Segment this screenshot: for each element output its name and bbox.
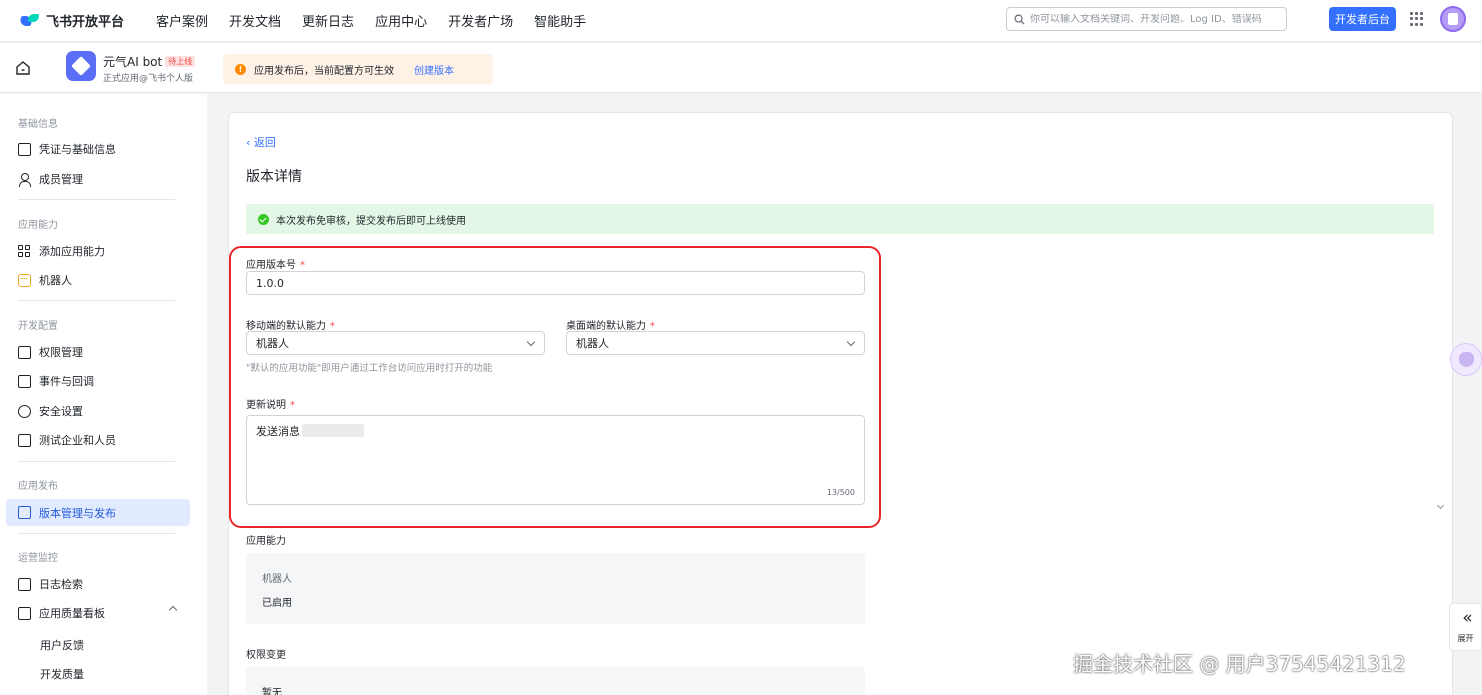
sidebar-section-ops: 运营监控: [18, 553, 58, 564]
double-chevron-left-icon: «: [1462, 608, 1473, 628]
nav-item-changelog[interactable]: 更新日志: [302, 11, 354, 30]
sidebar-item-version-management[interactable]: 版本管理与发布: [6, 499, 190, 526]
home-icon[interactable]: [15, 60, 31, 76]
capability-status: 已启用: [262, 598, 292, 609]
app-header: 元气AI bot 待上线 正式应用@飞书个人版 ! 应用发布后，当前配置方可生效 …: [0, 43, 1482, 93]
desktop-default-select[interactable]: 机器人: [566, 331, 865, 355]
nav-item-assistant[interactable]: 智能助手: [534, 11, 586, 30]
watermark-text: 掘金技术社区 @ 用户37545421312: [1073, 652, 1406, 676]
sidebar-divider: [18, 461, 175, 462]
sidebar-item-members[interactable]: 成员管理: [18, 169, 83, 189]
feishu-logo[interactable]: 飞书开放平台: [18, 11, 125, 30]
redacted-text: [302, 424, 364, 437]
capability-box: 机器人 已启用: [246, 553, 865, 624]
check-circle-icon: [258, 213, 269, 225]
sidebar-item-add-capability[interactable]: 添加应用能力: [18, 241, 105, 261]
app-name: 元气AI bot 待上线: [103, 53, 196, 70]
back-link[interactable]: ‹ 返回: [246, 134, 276, 150]
default-capability-hint: "默认的应用功能"即用户通过工作台访问应用时打开的功能: [246, 363, 493, 374]
credential-icon: [18, 142, 31, 156]
sidebar-subitem-feedback[interactable]: 用户反馈: [40, 637, 84, 653]
sidebar-item-credentials[interactable]: 凭证与基础信息: [18, 139, 116, 159]
sidebar-section-devconfig: 开发配置: [18, 321, 58, 332]
mobile-default-label: 移动端的默认能力 *: [246, 321, 335, 332]
nav-item-dev-square[interactable]: 开发者广场: [448, 11, 513, 30]
version-input[interactable]: 1.0.0: [246, 271, 865, 295]
sidebar-item-events[interactable]: 事件与回调: [18, 371, 94, 391]
log-icon: [18, 577, 31, 591]
sidebar-section-capability: 应用能力: [18, 220, 58, 231]
notice-text: 应用发布后，当前配置方可生效: [254, 65, 394, 77]
test-icon: [18, 433, 31, 447]
developer-console-button[interactable]: 开发者后台: [1329, 7, 1396, 31]
logo-text: 飞书开放平台: [46, 15, 125, 30]
page-title: 版本详情: [246, 169, 302, 185]
nav-menu: 客户案例 开发文档 更新日志 应用中心 开发者广场 智能助手: [156, 11, 607, 30]
sidebar-section-basic: 基础信息: [18, 119, 58, 130]
status-badge: 待上线: [165, 56, 196, 67]
search-box[interactable]: [1006, 7, 1287, 31]
assistant-avatar[interactable]: [1450, 343, 1482, 376]
add-capability-icon: [18, 244, 31, 258]
sidebar-item-quality-board[interactable]: 应用质量看板: [18, 603, 188, 623]
top-nav: 飞书开放平台 客户案例 开发文档 更新日志 应用中心 开发者广场 智能助手 开发…: [0, 0, 1482, 42]
permission-icon: [18, 345, 31, 359]
nav-item-docs[interactable]: 开发文档: [229, 11, 281, 30]
capability-name: 机器人: [262, 574, 292, 585]
sidebar-item-bot[interactable]: 机器人: [18, 270, 72, 290]
sidebar-subitem-dev-quality[interactable]: 开发质量: [40, 666, 84, 682]
sidebar-divider: [18, 533, 175, 534]
upload-icon: [18, 506, 31, 519]
sidebar-item-test-tenants[interactable]: 测试企业和人员: [18, 430, 116, 450]
nav-item-cases[interactable]: 客户案例: [156, 11, 208, 30]
success-alert: 本次发布免审核，提交发布后即可上线使用: [246, 204, 1434, 234]
sidebar-divider: [18, 300, 175, 301]
app-subtitle: 正式应用@飞书个人版: [103, 74, 194, 84]
chevron-up-icon: [168, 605, 178, 615]
person-icon: [18, 172, 31, 187]
version-label: 应用版本号 *: [246, 260, 305, 271]
chevron-down-icon: [846, 337, 856, 347]
search-input[interactable]: [1030, 13, 1280, 25]
chart-icon: [18, 606, 31, 620]
bot-icon: [18, 273, 31, 287]
app-icon: [66, 51, 96, 81]
capability-section-title: 应用能力: [246, 536, 286, 547]
expand-panel-button[interactable]: « 展开: [1449, 603, 1482, 651]
release-notes-textarea[interactable]: 发送消息 13/500: [246, 415, 865, 505]
permission-box: 暂无: [246, 667, 865, 695]
publish-notice: ! 应用发布后，当前配置方可生效 创建版本: [223, 54, 493, 84]
chevron-down-icon: [526, 337, 536, 347]
permission-value: 暂无: [262, 688, 282, 695]
char-counter: 13/500: [826, 488, 855, 497]
release-notes-label: 更新说明 *: [246, 400, 295, 411]
expand-label: 展开: [1457, 634, 1474, 643]
user-avatar[interactable]: [1440, 6, 1466, 32]
apps-grid-icon[interactable]: [1410, 12, 1424, 26]
sidebar-item-log-search[interactable]: 日志检索: [18, 574, 83, 594]
desktop-default-label: 桌面端的默认能力 *: [566, 321, 655, 332]
sidebar-divider: [18, 199, 175, 200]
sidebar-section-publish: 应用发布: [18, 481, 58, 492]
sidebar-item-permissions[interactable]: 权限管理: [18, 342, 83, 362]
nav-item-app-center[interactable]: 应用中心: [375, 11, 427, 30]
shield-icon: [18, 404, 31, 418]
permission-section-title: 权限变更: [246, 650, 286, 661]
feishu-logo-icon: [18, 13, 40, 28]
success-text: 本次发布免审核，提交发布后即可上线使用: [276, 215, 466, 227]
search-icon: [1014, 14, 1025, 25]
event-icon: [18, 374, 31, 388]
warning-icon: !: [235, 63, 246, 75]
sidebar-item-security[interactable]: 安全设置: [18, 401, 83, 421]
create-version-link[interactable]: 创建版本: [414, 62, 454, 77]
mobile-default-select[interactable]: 机器人: [246, 331, 545, 355]
